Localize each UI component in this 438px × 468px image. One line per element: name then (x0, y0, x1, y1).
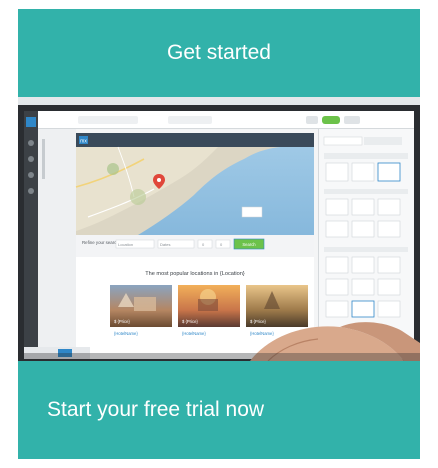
search-field-location: Location (118, 242, 133, 247)
card-3-name: {HotelName} (250, 331, 274, 336)
search-button-label: Search (242, 242, 256, 247)
card-2-name: {HotelName} (182, 331, 206, 336)
card-1-price: $ {Price} (114, 319, 130, 324)
app-logo-text: mx (80, 139, 87, 145)
card-3-price: $ {Price} (250, 319, 266, 324)
card-1-name: {HotelName} (114, 331, 138, 336)
laptop-illustration: mx Refine your search Location Dates 0 0… (18, 97, 420, 361)
search-label: Refine your search (82, 240, 119, 245)
promo-card[interactable]: Get started mx Refine your search Locati… (18, 9, 420, 459)
card-2-price: $ {Price} (182, 319, 198, 324)
locations-headline: The most popular locations in {Location} (145, 271, 245, 277)
laptop-photo: mx Refine your search Location Dates 0 0… (18, 97, 420, 361)
get-started-title[interactable]: Get started (18, 9, 420, 97)
search-field-dates: Dates (160, 242, 170, 247)
start-trial-cta[interactable]: Start your free trial now (18, 361, 420, 459)
